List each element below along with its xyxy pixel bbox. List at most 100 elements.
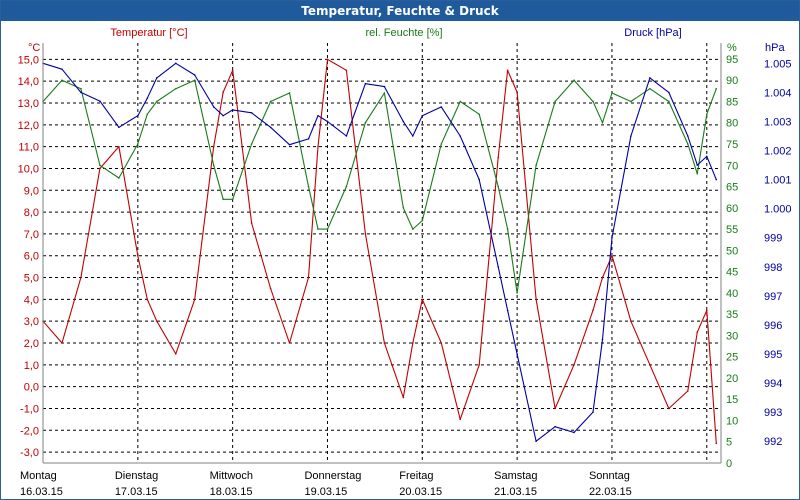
- data-point-humidity: [696, 172, 699, 175]
- humidity-tick-label: 65: [726, 182, 738, 194]
- data-point-humidity: [649, 87, 651, 90]
- data-point-temperature: [99, 167, 101, 170]
- data-point-humidity: [440, 143, 443, 145]
- humidity-tick-label: 15: [726, 394, 738, 406]
- humidity-tick-label: 95: [726, 54, 738, 66]
- humidity-tick-label: 30: [726, 330, 738, 342]
- data-point-temperature: [307, 276, 310, 279]
- data-point-humidity: [421, 219, 424, 222]
- data-point-temperature: [592, 309, 594, 312]
- x-tick-weekday: Mittwoch: [210, 470, 253, 482]
- pressure-tick-label: 1.004: [764, 87, 792, 99]
- data-point-pressure: [137, 114, 139, 117]
- data-point-temperature: [668, 407, 670, 410]
- x-tick-weekday: Sonntag: [589, 470, 630, 482]
- humidity-tick-label: 0: [726, 458, 732, 470]
- data-point-humidity: [193, 79, 196, 82]
- data-point-humidity: [459, 100, 462, 103]
- data-point-temperature: [80, 276, 82, 279]
- data-point-pressure: [421, 114, 424, 117]
- data-point-humidity: [611, 92, 613, 94]
- humidity-tick-label: 80: [726, 118, 738, 130]
- humidity-tick-label: 20: [726, 373, 738, 385]
- data-point-temperature: [554, 407, 556, 410]
- chart-canvas: 15,0 14,0 13,0 12,0 11,0 10,0 9,0 8,0 7,0 6,0 5,0 4…: [18, 27, 792, 498]
- data-point-humidity: [705, 113, 708, 116]
- data-point-temperature: [506, 69, 509, 72]
- data-point-temperature: [687, 390, 689, 392]
- data-point-humidity: [326, 228, 329, 230]
- data-point-pressure: [269, 126, 272, 129]
- pressure-tick-label: 1.005: [764, 58, 792, 70]
- pressure-tick-label: 994: [764, 378, 782, 390]
- humidity-tick-label: 10: [726, 415, 738, 427]
- temp-tick-label: 5,0: [24, 273, 39, 285]
- data-point-pressure: [630, 135, 632, 137]
- data-point-temperature: [317, 145, 319, 148]
- data-point-temperature: [696, 331, 699, 333]
- legend-humidity: rel. Feuchte [%]: [365, 27, 442, 39]
- data-point-humidity: [506, 228, 509, 230]
- pressure-tick-label: 1.001: [764, 175, 792, 187]
- pressure-tick-label: 996: [764, 320, 782, 332]
- temp-tick-label: 8,0: [24, 207, 39, 219]
- data-point-temperature: [364, 233, 367, 235]
- pressure-tick-label: 992: [764, 436, 782, 448]
- data-point-humidity: [222, 198, 224, 201]
- data-point-humidity: [630, 100, 632, 103]
- pressure-tick-label: 997: [764, 291, 782, 303]
- temp-tick-label: 4,0: [24, 294, 39, 306]
- data-point-temperature: [535, 298, 537, 301]
- data-point-temperature: [459, 418, 462, 421]
- temp-tick-label: 0,0: [24, 382, 39, 394]
- x-tick-date: 18.03.15: [210, 486, 253, 498]
- data-point-pressure: [687, 135, 689, 137]
- data-point-humidity: [364, 121, 367, 124]
- data-point-humidity: [592, 100, 594, 103]
- x-tick-date: 16.03.15: [20, 486, 63, 498]
- humidity-tick-label: 35: [726, 309, 738, 321]
- data-point-temperature: [383, 342, 386, 344]
- humidity-tick-label: 5: [726, 437, 732, 449]
- pressure-tick-label: 995: [764, 349, 782, 361]
- data-point-pressure: [193, 74, 196, 76]
- data-point-pressure: [611, 236, 613, 239]
- data-point-pressure: [146, 97, 149, 100]
- data-point-temperature: [250, 222, 253, 224]
- data-point-humidity: [317, 228, 319, 230]
- data-point-humidity: [80, 87, 82, 90]
- humidity-tick-label: 60: [726, 203, 738, 215]
- pressure-tick-label: 993: [764, 407, 782, 419]
- data-point-temperature: [630, 320, 632, 322]
- data-point-temperature: [705, 309, 708, 312]
- data-point-pressure: [231, 109, 234, 111]
- data-point-temperature: [146, 298, 149, 301]
- data-point-temperature: [231, 69, 234, 72]
- data-point-pressure: [554, 425, 556, 428]
- data-point-pressure: [222, 114, 224, 117]
- data-point-pressure: [155, 77, 158, 79]
- data-point-humidity: [288, 92, 291, 94]
- data-point-humidity: [269, 100, 272, 103]
- data-point-humidity: [573, 79, 575, 82]
- data-point-temperature: [440, 342, 443, 344]
- humidity-tick-label: 45: [726, 267, 738, 279]
- data-point-temperature: [478, 364, 480, 366]
- temp-tick-label: -3,0: [20, 447, 39, 459]
- data-point-humidity: [155, 100, 158, 103]
- legend-temperature: Temperatur [°C]: [110, 27, 187, 39]
- data-point-temperature: [326, 58, 329, 61]
- series-line-pressure: [42, 62, 717, 442]
- axes: 15,0 14,0 13,0 12,0 11,0 10,0 9,0 8,0 7,0 6,0 5,0 4…: [18, 43, 792, 498]
- humidity-tick-label: 50: [726, 245, 738, 257]
- data-point-temperature: [193, 298, 196, 301]
- data-point-temperature: [212, 145, 215, 148]
- series-line-temperature: [42, 58, 717, 444]
- data-point-humidity: [250, 143, 253, 145]
- data-point-pressure: [402, 120, 405, 123]
- temp-tick-label: 2,0: [24, 338, 39, 350]
- data-point-pressure: [516, 353, 518, 355]
- data-point-temperature: [174, 353, 177, 355]
- data-point-pressure: [212, 106, 215, 108]
- x-tick-date: 22.03.15: [589, 486, 632, 498]
